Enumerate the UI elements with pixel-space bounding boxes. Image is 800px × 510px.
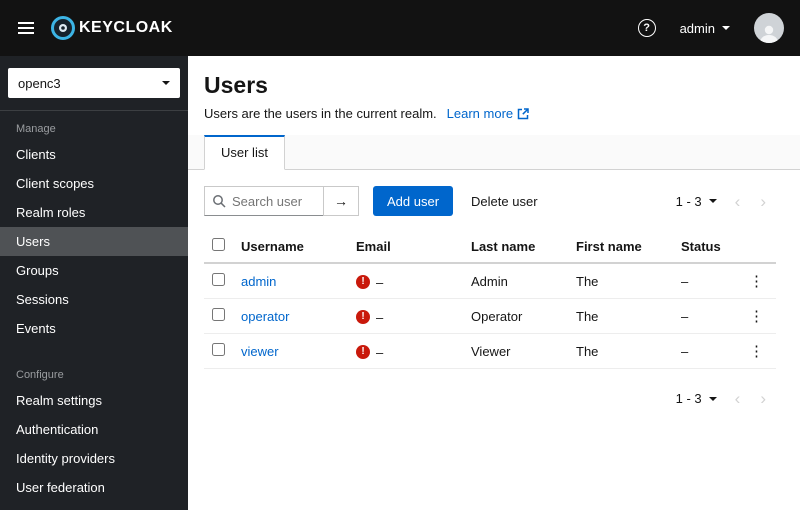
search-group: → [204, 186, 359, 216]
add-user-button[interactable]: Add user [373, 186, 454, 216]
email-empty-value: – [376, 344, 384, 360]
email-empty-value: – [376, 309, 384, 325]
learn-more-label: Learn more [446, 106, 514, 121]
toolbar: → Add user Delete user 1 - 3 ‹ › [204, 186, 776, 216]
pagination-next-button[interactable]: › [750, 193, 776, 210]
nav-section-configure-label: Configure [16, 369, 64, 381]
row-checkbox[interactable] [212, 343, 225, 356]
column-header-last-name: Last name [463, 230, 568, 264]
email-warning-icon: ! [356, 310, 370, 325]
status-cell: – [673, 263, 737, 299]
user-menu-label: admin [679, 20, 715, 36]
layout: openc3 Manage Clients Client scopes Real… [0, 56, 800, 510]
keycloak-brand: KEYCLOAK [50, 15, 173, 41]
keycloak-logo-icon [50, 15, 76, 41]
page-description: Users are the users in the current realm… [204, 106, 776, 121]
first-name-cell: The [568, 263, 673, 299]
delete-user-button[interactable]: Delete user [461, 188, 547, 215]
user-menu[interactable]: admin [674, 20, 736, 37]
chevron-down-icon [162, 81, 170, 85]
sidebar-item-authentication[interactable]: Authentication [0, 415, 188, 444]
username-link[interactable]: viewer [241, 344, 279, 359]
table-header-row: Username Email Last name First name Stat… [204, 230, 776, 264]
sidebar-item-clients[interactable]: Clients [0, 140, 188, 169]
hamburger-menu-button[interactable] [16, 15, 36, 41]
users-table: Username Email Last name First name Stat… [204, 230, 776, 369]
brand-text: KEYCLOAK [79, 19, 173, 36]
realm-selector-label: openc3 [18, 75, 61, 91]
sidebar-item-sessions[interactable]: Sessions [0, 285, 188, 314]
email-warning-icon: ! [356, 275, 370, 290]
first-name-cell: The [568, 298, 673, 334]
pagination-range: 1 - 3 [675, 193, 702, 209]
masthead: KEYCLOAK ? admin [0, 0, 800, 56]
last-name-cell: Operator [463, 298, 568, 334]
sidebar: openc3 Manage Clients Client scopes Real… [0, 56, 188, 510]
nav-section-manage-label: Manage [16, 123, 56, 135]
help-icon[interactable]: ? [637, 19, 656, 37]
pagination-prev-button[interactable]: ‹ [725, 390, 751, 407]
username-link[interactable]: operator [241, 309, 289, 324]
chevron-down-icon [708, 199, 717, 203]
column-header-username: Username [233, 230, 348, 264]
chevron-down-icon [708, 396, 717, 401]
table-row: admin ! – Admin The – ⋮ [204, 263, 776, 299]
row-checkbox[interactable] [212, 308, 225, 321]
chevron-down-icon [722, 26, 730, 30]
tab-user-list[interactable]: User list [204, 135, 285, 170]
pagination-bottom: 1 - 3 ‹ › [204, 387, 776, 410]
keycloak-admin-console: KEYCLOAK ? admin openc3 Manage Clients C… [0, 0, 800, 510]
column-header-first-name: First name [568, 230, 673, 264]
sidebar-item-events[interactable]: Events [0, 314, 188, 343]
column-header-email: Email [348, 230, 463, 264]
sidebar-item-user-federation[interactable]: User federation [0, 473, 188, 502]
email-empty-value: – [376, 274, 384, 290]
last-name-cell: Viewer [463, 333, 568, 369]
email-warning-icon: ! [356, 345, 370, 360]
table-row: viewer ! – Viewer The – ⋮ [204, 333, 776, 369]
table-row: operator ! – Operator The – ⋮ [204, 298, 776, 334]
pagination-range-dropdown[interactable]: 1 - 3 [668, 387, 725, 410]
sidebar-item-users[interactable]: Users [0, 227, 188, 256]
sidebar-item-client-scopes[interactable]: Client scopes [0, 169, 188, 198]
realm-selector[interactable]: openc3 [8, 68, 180, 98]
pagination-top: 1 - 3 ‹ › [668, 190, 776, 213]
row-actions-kebab-icon[interactable]: ⋮ [745, 307, 768, 325]
pagination-prev-button[interactable]: ‹ [725, 193, 751, 210]
pagination-range: 1 - 3 [675, 391, 702, 406]
search-submit-button[interactable]: → [323, 186, 359, 216]
pagination-range-dropdown[interactable]: 1 - 3 [668, 190, 725, 213]
last-name-cell: Admin [463, 263, 568, 299]
avatar[interactable] [754, 13, 784, 43]
page-title: Users [204, 72, 268, 98]
first-name-cell: The [568, 333, 673, 369]
nav-section-manage: Manage Clients Client scopes Realm roles… [0, 111, 188, 343]
username-link[interactable]: admin [241, 274, 276, 289]
sidebar-item-realm-roles[interactable]: Realm roles [0, 198, 188, 227]
sidebar-item-realm-settings[interactable]: Realm settings [0, 386, 188, 415]
column-header-status: Status [673, 230, 737, 264]
pagination-next-button[interactable]: › [750, 390, 776, 407]
row-actions-kebab-icon[interactable]: ⋮ [745, 342, 768, 360]
select-all-checkbox[interactable] [212, 238, 225, 251]
row-actions-kebab-icon[interactable]: ⋮ [745, 272, 768, 290]
tab-bar: User list [188, 135, 800, 170]
status-cell: – [673, 298, 737, 334]
sidebar-item-groups[interactable]: Groups [0, 256, 188, 285]
page-description-text: Users are the users in the current realm… [204, 106, 437, 121]
masthead-right: ? admin [637, 13, 784, 43]
search-input[interactable] [204, 186, 324, 216]
main-content: Users Users are the users in the current… [188, 56, 800, 510]
status-cell: – [673, 333, 737, 369]
row-checkbox[interactable] [212, 273, 225, 286]
learn-more-link[interactable]: Learn more [447, 106, 529, 121]
sidebar-item-identity-providers[interactable]: Identity providers [0, 444, 188, 473]
external-link-icon [517, 107, 529, 119]
nav-section-configure: Configure Realm settings Authentication … [0, 357, 188, 502]
